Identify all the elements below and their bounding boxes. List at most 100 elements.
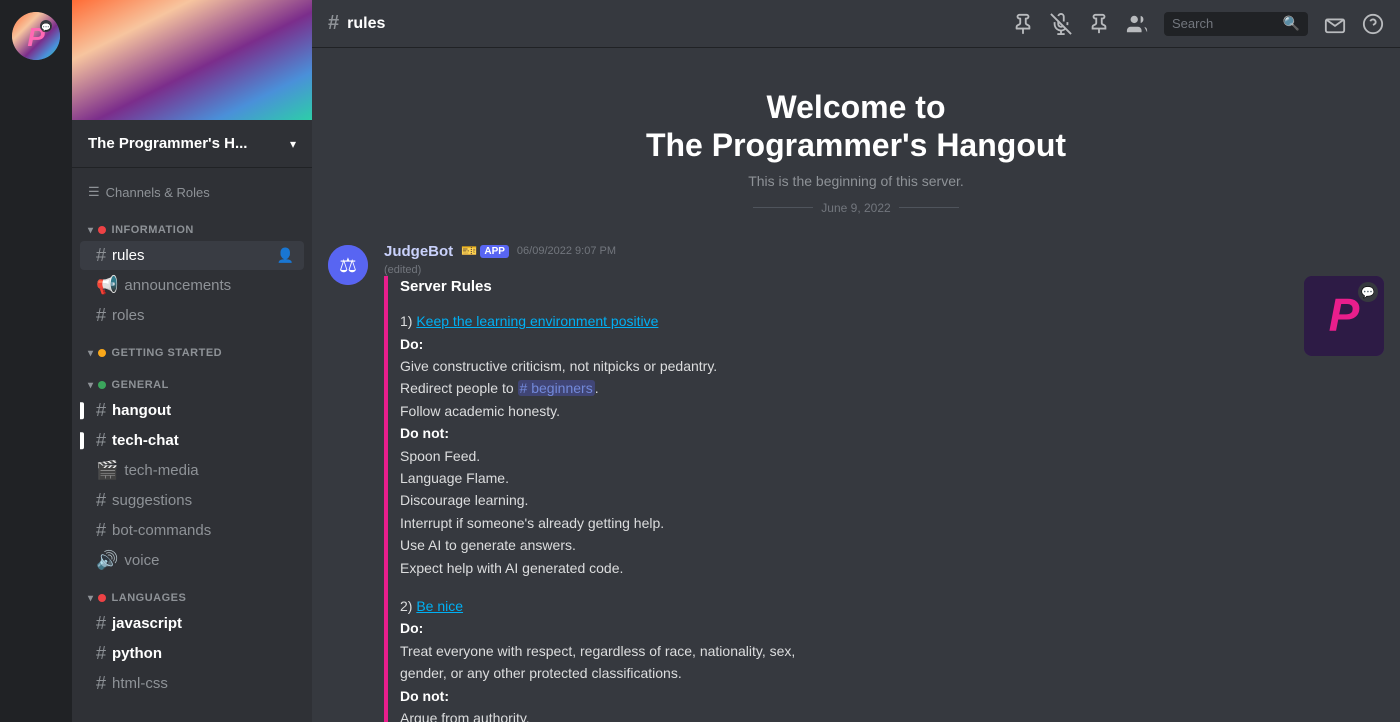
channel-sidebar: The Programmer's H... ▾ ☰ Channels & Rol… bbox=[72, 0, 312, 722]
svg-text:💬: 💬 bbox=[1361, 286, 1375, 299]
category-getting-started[interactable]: ▾ GETTING STARTED bbox=[72, 331, 312, 363]
channel-item-hangout[interactable]: # hangout bbox=[80, 396, 304, 425]
channel-name-suggestions: suggestions bbox=[112, 492, 296, 509]
rule-2-donot-label: Do not: bbox=[400, 685, 1288, 707]
top-bar-actions: 🔍 bbox=[1012, 12, 1384, 36]
category-general[interactable]: ▾ GENERAL bbox=[72, 363, 312, 395]
hash-icon-html: # bbox=[96, 673, 106, 694]
channel-name-roles: roles bbox=[112, 307, 296, 324]
server-header[interactable]: The Programmer's H... ▾ bbox=[72, 120, 312, 168]
hash-icon-suggestions: # bbox=[96, 490, 106, 511]
message-header: JudgeBot 🎫 APP 06/09/2022 9:07 PM bbox=[384, 243, 1384, 260]
category-dot bbox=[98, 226, 106, 234]
channel-item-javascript[interactable]: # javascript bbox=[80, 609, 304, 638]
search-bar[interactable]: 🔍 bbox=[1164, 12, 1308, 36]
search-icon: 🔍 bbox=[1283, 15, 1300, 32]
rule-2-donot-items: Argue from authority. Bring other server… bbox=[400, 707, 1288, 722]
channel-item-suggestions[interactable]: # suggestions bbox=[80, 486, 304, 515]
category-general-label: GENERAL bbox=[112, 379, 169, 391]
rule-2-do-label: Do: bbox=[400, 617, 1288, 639]
channel-item-tech-chat[interactable]: # tech-chat bbox=[80, 426, 304, 455]
main-content: # rules bbox=[312, 0, 1400, 722]
mute-icon[interactable] bbox=[1050, 13, 1072, 35]
message-edited: (edited) bbox=[384, 264, 1384, 276]
category-dot-lang bbox=[98, 594, 106, 602]
category-dot-gen bbox=[98, 381, 106, 389]
category-information[interactable]: ▾ INFORMATION bbox=[72, 208, 312, 240]
message-author: JudgeBot bbox=[384, 243, 453, 260]
welcome-title-line1: Welcome to bbox=[332, 88, 1380, 126]
channel-name-javascript: javascript bbox=[112, 615, 296, 632]
channels-roles-icon: ☰ bbox=[88, 184, 100, 200]
top-bar-channel-name: rules bbox=[347, 15, 385, 33]
help-icon[interactable] bbox=[1362, 13, 1384, 35]
server-icon-bar: P 💬 bbox=[0, 0, 72, 722]
add-member-icon[interactable]: 👤 bbox=[275, 245, 296, 266]
chevron-down-icon: ▾ bbox=[88, 225, 94, 236]
channel-name-rules: rules bbox=[112, 247, 275, 264]
channel-item-voice[interactable]: 🔊 voice bbox=[80, 546, 304, 575]
channel-name-tech-media: tech-media bbox=[124, 462, 296, 479]
channel-item-tech-media[interactable]: 🎬 tech-media bbox=[80, 456, 304, 485]
rule-1-number: 1) bbox=[400, 313, 412, 329]
channel-name-hangout: hangout bbox=[112, 402, 296, 419]
channel-name-announcements: announcements bbox=[124, 277, 296, 294]
channel-name-html-css: html-css bbox=[112, 675, 296, 692]
channel-name-python: python bbox=[112, 645, 296, 662]
channel-item-roles[interactable]: # roles bbox=[80, 301, 304, 330]
message-body: JudgeBot 🎫 APP 06/09/2022 9:07 PM (edite… bbox=[384, 243, 1384, 722]
channels-roles-header[interactable]: ☰ Channels & Roles bbox=[72, 176, 312, 208]
message-timestamp: 06/09/2022 9:07 PM bbox=[517, 245, 616, 257]
avatar: ⚖ bbox=[328, 245, 368, 285]
rule-1-do-label: Do: bbox=[400, 333, 1288, 355]
pin-icon[interactable] bbox=[1012, 13, 1034, 35]
hash-icon-roles: # bbox=[96, 305, 106, 326]
welcome-title-server: The Programmer's Hangout bbox=[332, 126, 1380, 164]
channel-name-tech-chat: tech-chat bbox=[112, 432, 296, 449]
rule-2-link[interactable]: Be nice bbox=[416, 598, 463, 614]
chevron-right-icon: ▾ bbox=[88, 348, 94, 359]
category-dot-gs bbox=[98, 349, 106, 357]
welcome-date: June 9, 2022 bbox=[332, 201, 1380, 215]
search-input[interactable] bbox=[1172, 16, 1277, 31]
channel-item-announcements[interactable]: 📢 announcements bbox=[80, 271, 304, 300]
voice-icon: 🔊 bbox=[96, 550, 118, 571]
rule-2-number: 2) bbox=[400, 598, 412, 614]
message-group: ⚖ JudgeBot 🎫 APP 06/09/2022 9:07 PM (edi… bbox=[312, 235, 1400, 722]
chevron-down-icon-lang: ▾ bbox=[88, 593, 94, 604]
rules-embed: Server Rules 1) Keep the learning enviro… bbox=[384, 276, 1288, 722]
server-name: The Programmer's H... bbox=[88, 135, 290, 152]
channel-name-voice: voice bbox=[124, 552, 296, 569]
rule-1-donot-label: Do not: bbox=[400, 422, 1288, 444]
rule-2-do-items: Treat everyone with respect, regardless … bbox=[400, 640, 1288, 685]
category-information-label: INFORMATION bbox=[112, 224, 194, 236]
channel-item-python[interactable]: # python bbox=[80, 639, 304, 668]
category-getting-started-label: GETTING STARTED bbox=[112, 347, 223, 359]
members-icon[interactable] bbox=[1126, 13, 1148, 35]
svg-text:⚖: ⚖ bbox=[339, 255, 357, 277]
svg-text:💬: 💬 bbox=[41, 22, 51, 32]
channel-hash-icon: # bbox=[328, 12, 339, 35]
rule-1-link[interactable]: Keep the learning environment positive bbox=[416, 313, 658, 329]
hash-icon-tech-chat: # bbox=[96, 430, 106, 451]
hash-icon-js: # bbox=[96, 613, 106, 634]
channel-item-rules[interactable]: # rules 👤 bbox=[80, 241, 304, 270]
svg-text:P: P bbox=[1329, 289, 1360, 341]
welcome-title: Welcome to The Programmer's Hangout bbox=[332, 88, 1380, 165]
announcement-icon: 📢 bbox=[96, 275, 118, 296]
app-badge: APP bbox=[480, 245, 509, 258]
server-icon[interactable]: P 💬 bbox=[12, 12, 60, 60]
hash-icon: # bbox=[96, 245, 106, 266]
rule-2-section: 2) Be nice Do: Treat everyone with respe… bbox=[400, 595, 1288, 722]
channel-mention-beginners[interactable]: # beginners bbox=[518, 380, 595, 396]
rules-title: Server Rules bbox=[400, 276, 1288, 299]
messages-area[interactable]: Welcome to The Programmer's Hangout This… bbox=[312, 48, 1400, 722]
channel-name-bot-commands: bot-commands bbox=[112, 522, 296, 539]
rule-1-donot-items: Spoon Feed. Language Flame. Discourage l… bbox=[400, 445, 1288, 579]
mention-icon[interactable] bbox=[1088, 13, 1110, 35]
inbox-icon[interactable] bbox=[1324, 13, 1346, 35]
rule-2-header: 2) Be nice bbox=[400, 595, 1288, 617]
category-languages[interactable]: ▾ LANGUAGES bbox=[72, 576, 312, 608]
channel-item-html-css[interactable]: # html-css bbox=[80, 669, 304, 698]
channel-item-bot-commands[interactable]: # bot-commands bbox=[80, 516, 304, 545]
